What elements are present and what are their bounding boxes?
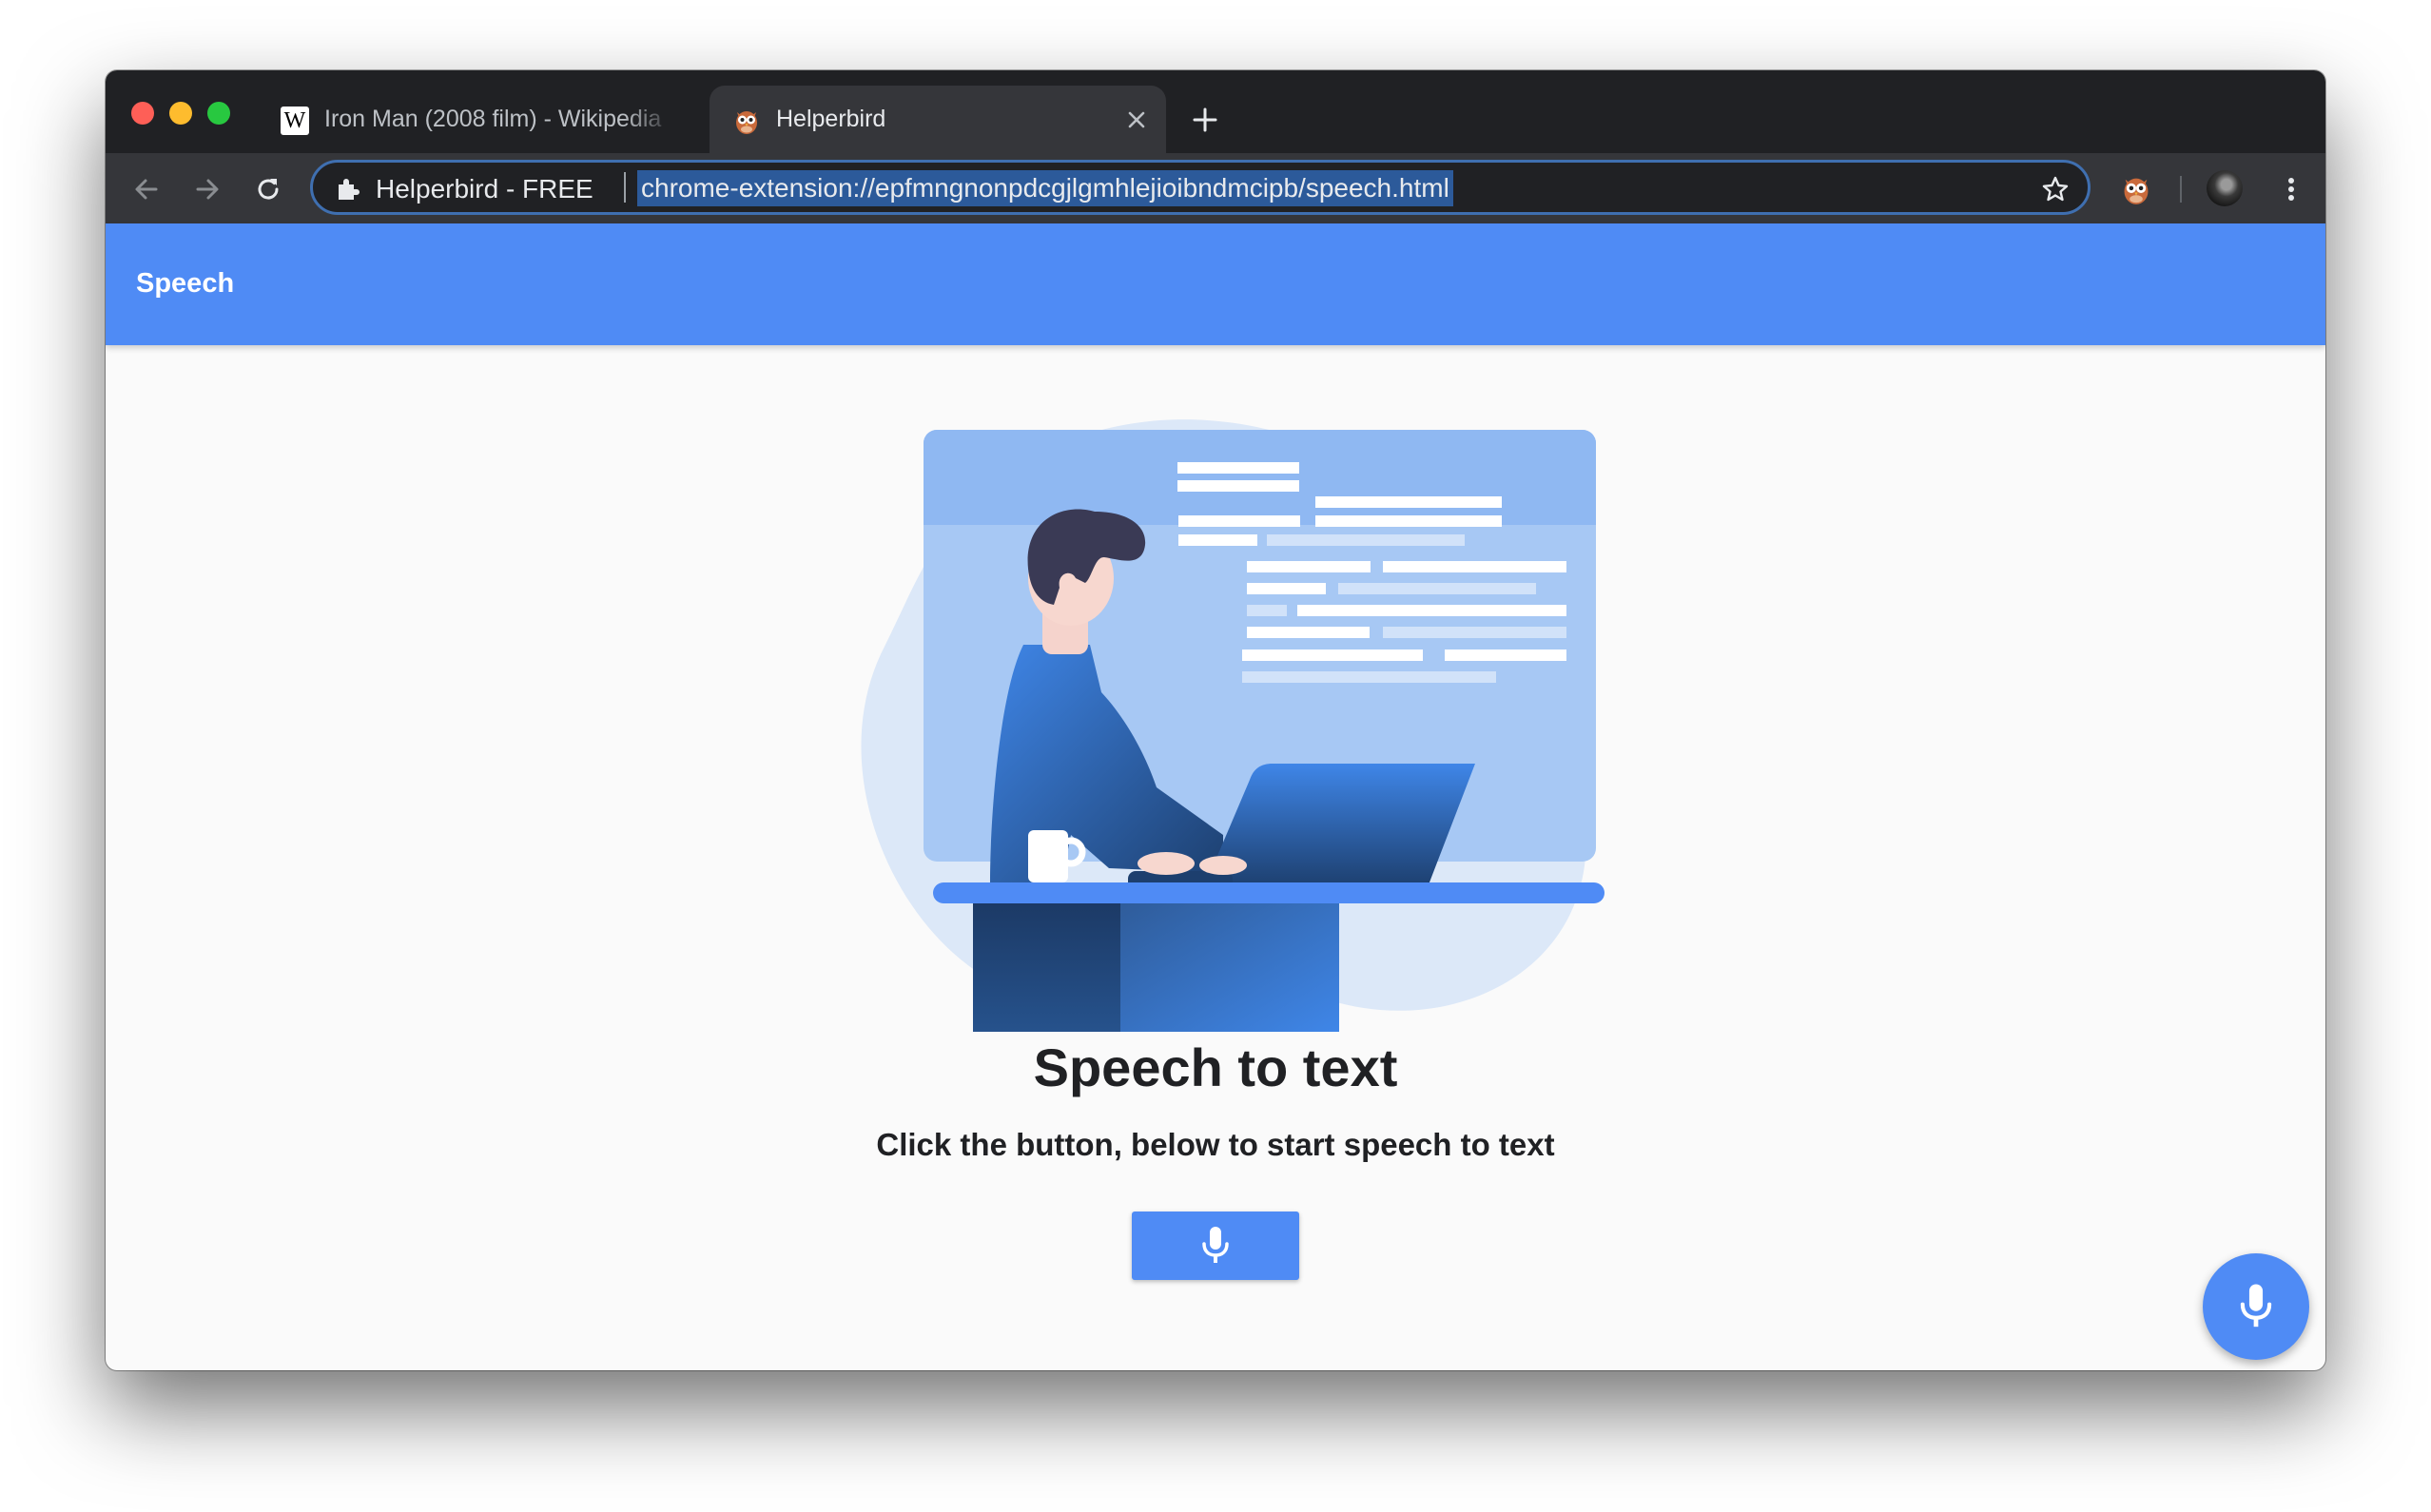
- minimize-window-button[interactable]: [169, 102, 192, 125]
- browser-toolbar: Helperbird - FREE chrome-extension://epf…: [106, 153, 2325, 223]
- maximize-window-button[interactable]: [207, 102, 230, 125]
- tab-title: Iron Man (2008 film) - Wikipedia: [324, 106, 662, 132]
- page-title: Speech: [136, 268, 235, 299]
- main-content: Speech to text Click the button, below t…: [106, 345, 2325, 1370]
- browser-window: W Iron Man (2008 film) - Wikipedia Helpe…: [106, 70, 2325, 1370]
- wikipedia-icon: W: [281, 107, 309, 135]
- owl-icon: [736, 111, 757, 134]
- app-header: Speech: [106, 223, 2325, 345]
- reload-icon[interactable]: [253, 174, 283, 204]
- heading: Speech to text: [1033, 1037, 1398, 1097]
- speech-illustration: [861, 419, 1604, 1032]
- site-label: Helperbird - FREE: [376, 174, 593, 204]
- toolbar-divider: [2180, 176, 2182, 203]
- owl-icon[interactable]: [2120, 173, 2152, 205]
- close-icon[interactable]: [1126, 109, 1147, 130]
- microphone-icon: [2240, 1284, 2272, 1328]
- tab-title: Helperbird: [776, 106, 886, 132]
- puzzle-icon: [339, 179, 360, 200]
- arrow-left-icon[interactable]: [131, 174, 162, 204]
- tab-strip: W Iron Man (2008 film) - Wikipedia Helpe…: [106, 70, 2325, 153]
- microphone-icon: [1202, 1227, 1229, 1263]
- floating-mic-button[interactable]: [2203, 1253, 2309, 1360]
- new-tab-icon[interactable]: [1192, 107, 1218, 133]
- address-bar[interactable]: Helperbird - FREE chrome-extension://epf…: [310, 160, 2091, 215]
- arrow-right-icon[interactable]: [192, 174, 223, 204]
- star-icon[interactable]: [2040, 174, 2071, 204]
- close-window-button[interactable]: [131, 102, 154, 125]
- profile-avatar[interactable]: [2207, 170, 2243, 206]
- vertical-dots-icon[interactable]: [2276, 174, 2306, 204]
- start-speech-button[interactable]: [1132, 1212, 1299, 1280]
- subheading: Click the button, below to start speech …: [876, 1127, 1555, 1162]
- tab-helperbird[interactable]: Helperbird: [710, 86, 1166, 153]
- url-text[interactable]: chrome-extension://epfmngnonpdcgjlgmhlej…: [637, 170, 1453, 206]
- divider: [624, 172, 626, 203]
